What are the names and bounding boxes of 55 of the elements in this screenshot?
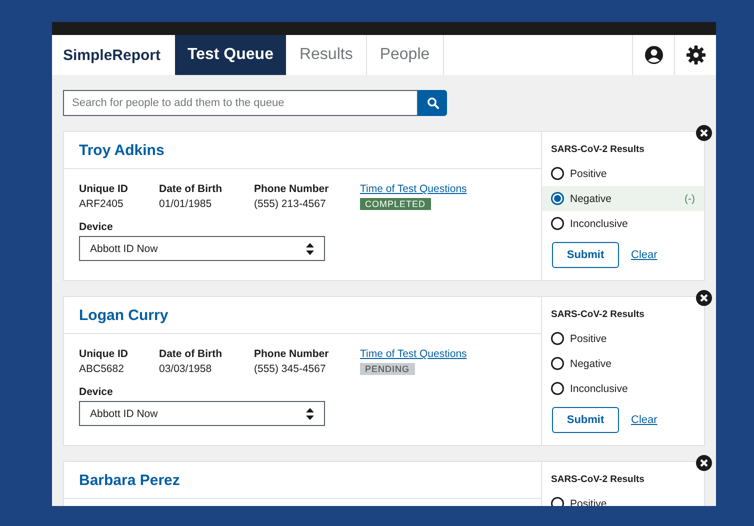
radio-button[interactable] (551, 382, 564, 395)
field-label: Date of Birth (159, 183, 223, 195)
questions-link[interactable]: Time of Test Questions (360, 183, 467, 195)
result-option[interactable]: Inconclusive (542, 376, 704, 401)
device-select[interactable]: Abbott ID Now (79, 236, 325, 261)
result-option[interactable]: Negative (-) (542, 186, 704, 211)
clear-link[interactable]: Clear (631, 249, 658, 261)
field-value: 03/03/1958 (159, 363, 213, 375)
radio-button[interactable] (551, 167, 564, 180)
device-label: Device (79, 386, 114, 398)
device-select[interactable]: Abbott ID Now (79, 401, 325, 426)
field-value: (555) 213-4567 (254, 198, 327, 210)
clear-link[interactable]: Clear (631, 414, 658, 426)
radio-button[interactable] (551, 217, 564, 230)
submit-button[interactable]: Submit (552, 242, 619, 268)
field-value: (555) 345-4567 (254, 363, 327, 375)
status-badge: COMPLETED (360, 198, 431, 210)
radio-button[interactable] (551, 332, 564, 345)
results-heading: SARS-CoV-2 Results (550, 474, 646, 487)
results-heading: SARS-CoV-2 Results (550, 144, 646, 157)
field-label: Date of Birth (159, 348, 223, 360)
settings-icon (686, 45, 706, 65)
result-indicator: (-) (684, 192, 695, 204)
field-label: Unique ID (79, 183, 129, 195)
nav-tab[interactable]: Test Queue (174, 35, 286, 75)
patient-name[interactable]: Troy Adkins (79, 142, 164, 158)
sort-arrows-icon (306, 242, 314, 254)
remove-button[interactable] (696, 290, 712, 306)
questions-link[interactable]: Time of Test Questions (360, 348, 467, 360)
search-icon (426, 97, 438, 109)
field-value: 01/01/1985 (159, 198, 213, 210)
sort-arrows-icon (306, 408, 314, 420)
search-button[interactable] (418, 90, 447, 116)
remove-button[interactable] (696, 455, 712, 471)
results-heading: SARS-CoV-2 Results (550, 309, 646, 322)
app-logo-text[interactable]: SimpleReport (52, 46, 175, 64)
user-icon (644, 45, 664, 65)
result-option[interactable]: Positive (542, 161, 704, 186)
radio-button[interactable] (551, 357, 564, 370)
radio-button[interactable] (551, 192, 564, 205)
result-option[interactable]: Inconclusive (542, 211, 704, 236)
result-option[interactable]: Positive (542, 326, 704, 351)
field-label: Phone Number (254, 348, 330, 360)
patient-name[interactable]: Barbara Perez (79, 472, 180, 488)
submit-button[interactable]: Submit (552, 407, 619, 433)
status-badge: PENDING (360, 363, 415, 375)
device-label: Device (79, 221, 114, 233)
remove-button[interactable] (696, 125, 712, 141)
search-field[interactable]: Search for people to add them to the queue (63, 90, 418, 116)
field-value: ARF2405 (79, 198, 124, 210)
field-value: ABC5682 (79, 363, 125, 375)
result-option[interactable]: Negative (542, 351, 704, 376)
patient-name[interactable]: Logan Curry (79, 306, 168, 324)
field-label: Unique ID (79, 348, 129, 360)
field-label: Phone Number (254, 183, 330, 195)
